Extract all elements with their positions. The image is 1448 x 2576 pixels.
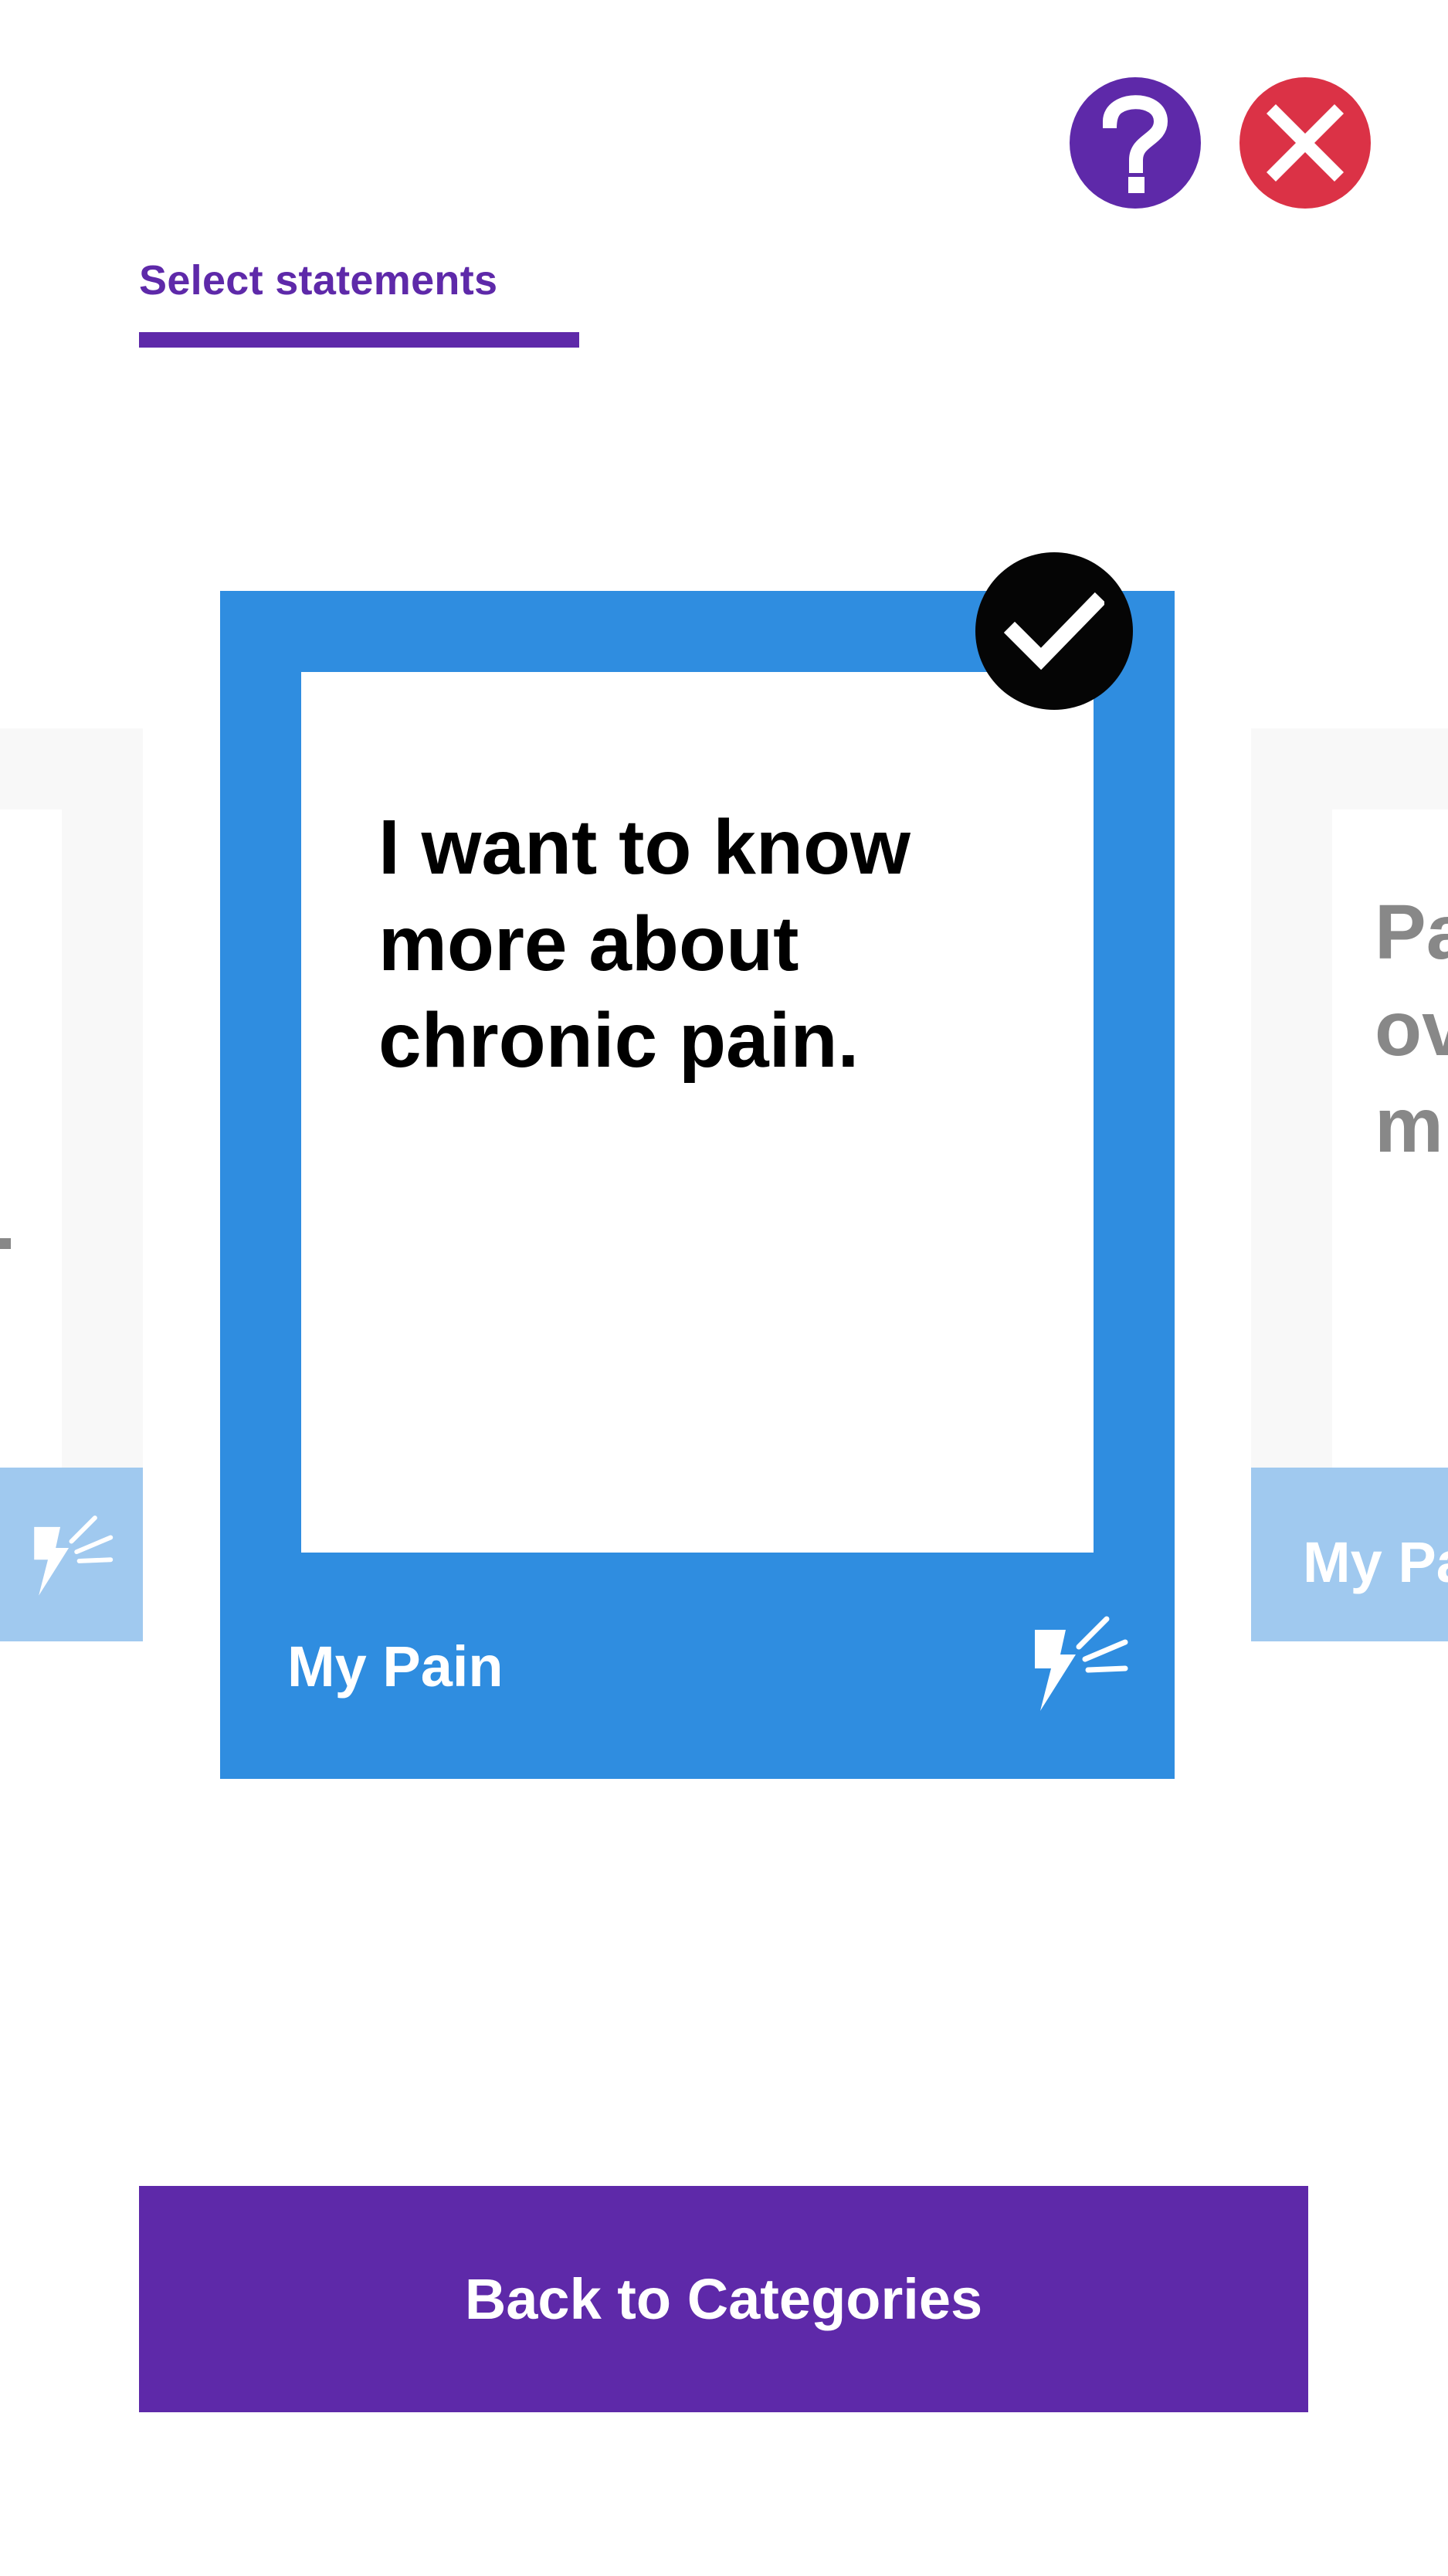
statement-card[interactable]: I want to know more about chronic pain. … (220, 591, 1175, 1779)
statement-text: I want to know more about chronic pain. (378, 804, 911, 1084)
question-mark-icon (1102, 95, 1168, 193)
help-button[interactable] (1070, 77, 1201, 209)
statement-card-body: I want to know more about chronic pain. (301, 672, 1094, 1553)
back-to-categories-label: Back to Categories (464, 2267, 983, 2331)
previous-card-footer (0, 1468, 143, 1641)
lightning-pain-icon (34, 1515, 114, 1596)
next-card-category: My Pa (1303, 1530, 1448, 1594)
card-category-label: My Pain (287, 1634, 504, 1699)
tab-active-underline (139, 332, 579, 348)
previous-card-text-fragment (0, 1238, 11, 1249)
selected-check-badge[interactable] (975, 552, 1133, 710)
checkmark-icon (1004, 592, 1104, 670)
lightning-pain-icon (1035, 1616, 1128, 1711)
tab-select-statements[interactable]: Select statements (139, 256, 497, 304)
next-card-statement: Pa ov m (1375, 889, 1448, 1169)
back-to-categories-button[interactable]: Back to Categories (139, 2186, 1308, 2412)
